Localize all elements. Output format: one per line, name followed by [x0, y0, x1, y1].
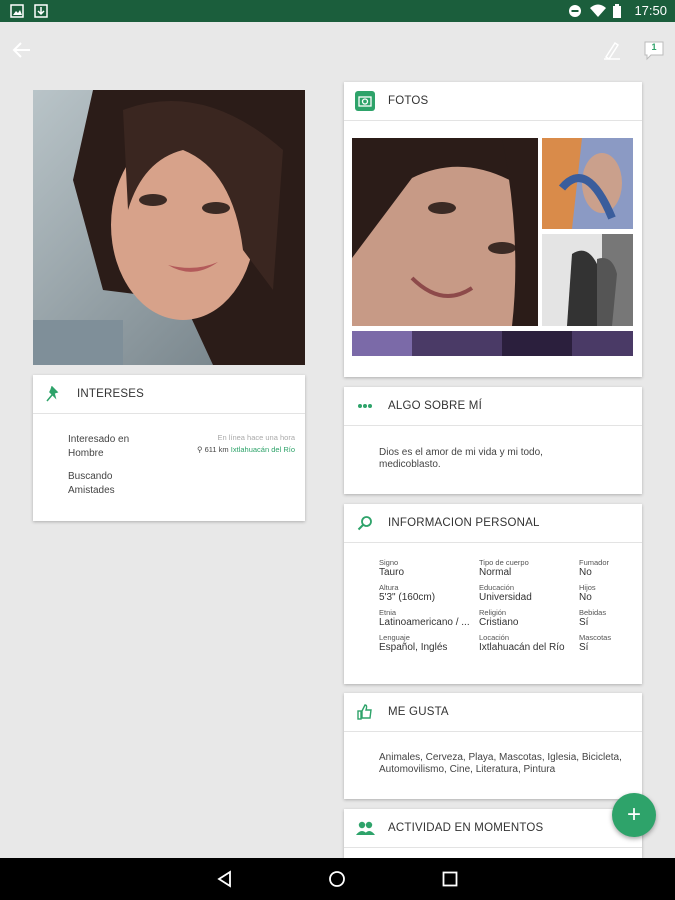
personal-info-title: INFORMACION PERSONAL: [388, 517, 540, 529]
info-field: Etnia Latinoamericano / ...: [379, 608, 470, 628]
status-bar: 17:50: [0, 0, 675, 22]
personal-info-header: INFORMACION PERSONAL: [344, 504, 642, 543]
distance: 611 km: [204, 445, 229, 454]
info-field: Mascotas Sí: [579, 633, 612, 653]
search-icon: [354, 512, 376, 534]
nav-back-icon[interactable]: [216, 870, 234, 893]
pin-icon: [43, 383, 65, 405]
online-status: En línea hace una hora: [217, 433, 295, 442]
interests-title: INTERESES: [77, 388, 144, 400]
photos-header: FOTOS: [344, 82, 642, 121]
photo-thumb-1[interactable]: [352, 138, 538, 326]
clock: 17:50: [634, 3, 667, 18]
info-field: Bebidas Sí: [579, 608, 607, 628]
place: Ixtlahuacán del Río: [230, 445, 295, 454]
info-field: Lenguaje Español, Inglés: [379, 633, 448, 653]
info-field: Tipo de cuerpo Normal: [479, 558, 529, 578]
activity-header: ACTIVIDAD EN MOMENTOS: [344, 809, 642, 848]
interests-header: INTERESES: [33, 375, 305, 414]
add-fab-button[interactable]: +: [612, 793, 656, 837]
camera-icon: [354, 90, 376, 112]
likes-card: ME GUSTA Animales, Cerveza, Playa, Masco…: [344, 693, 642, 799]
info-field: Educación Universidad: [479, 583, 532, 603]
interested-in-value: Hombre: [68, 448, 104, 459]
download-notification-icon: [34, 4, 48, 18]
wifi-icon: [590, 4, 607, 18]
interests-card: INTERESES Interesado en Hombre Buscando …: [33, 375, 305, 521]
interested-in-label: Interesado en: [68, 434, 130, 445]
do-not-disturb-icon: [568, 4, 582, 18]
image-notification-icon: [10, 4, 24, 18]
message-count-badge: 1: [651, 42, 657, 52]
about-card: ALGO SOBRE MÍ Dios es el amor de mi vida…: [344, 387, 642, 494]
info-field: Religión Cristiano: [479, 608, 519, 628]
photos-card: FOTOS: [344, 82, 642, 377]
back-arrow-icon[interactable]: [10, 38, 34, 62]
people-icon: [354, 817, 376, 839]
info-field: Hijos No: [579, 583, 596, 603]
info-field: Signo Tauro: [379, 558, 405, 578]
battery-icon: [612, 3, 626, 18]
seeking-value: Amistades: [68, 485, 115, 496]
photo-thumb-4[interactable]: [352, 331, 633, 356]
activity-card: ACTIVIDAD EN MOMENTOS: [344, 809, 642, 858]
personal-info-grid: Signo Tauro Tipo de cuerpo Normal Fumador N…: [379, 558, 639, 653]
photo-thumb-3[interactable]: [542, 234, 633, 326]
location-pin-icon: ⚲: [197, 445, 203, 454]
about-title: ALGO SOBRE MÍ: [388, 400, 482, 412]
likes-header: ME GUSTA: [344, 693, 642, 732]
thumbs-up-icon: [354, 701, 376, 723]
personal-info-card: INFORMACION PERSONAL Signo Tauro Tipo de …: [344, 504, 642, 684]
info-field: Altura 5'3" (160cm): [379, 583, 436, 603]
activity-title: ACTIVIDAD EN MOMENTOS: [388, 822, 544, 834]
likes-title: ME GUSTA: [388, 706, 449, 718]
profile-photo[interactable]: [33, 90, 305, 365]
photo-thumb-2[interactable]: [542, 138, 633, 229]
edit-icon[interactable]: [600, 38, 624, 62]
info-field: Locación Ixtlahuacán del Río: [479, 633, 565, 653]
about-header: ALGO SOBRE MÍ: [344, 387, 642, 426]
seeking-label: Buscando: [68, 471, 113, 482]
more-dots-icon: [354, 395, 376, 417]
about-text: Dios es el amor de mi vida y mi todo, me…: [379, 447, 543, 470]
photos-title: FOTOS: [388, 95, 429, 107]
app-bar: 1: [0, 22, 675, 78]
distance-row: ⚲ 611 km Ixtlahuacán del Río: [197, 445, 295, 454]
nav-home-icon[interactable]: [328, 870, 346, 893]
info-field: Fumador No: [579, 558, 610, 578]
likes-text: Animales, Cerveza, Playa, Mascotas, Igle…: [379, 752, 622, 775]
messages-button[interactable]: 1: [642, 38, 666, 62]
nav-recents-icon[interactable]: [441, 870, 459, 893]
system-navigation-bar: [0, 858, 675, 900]
